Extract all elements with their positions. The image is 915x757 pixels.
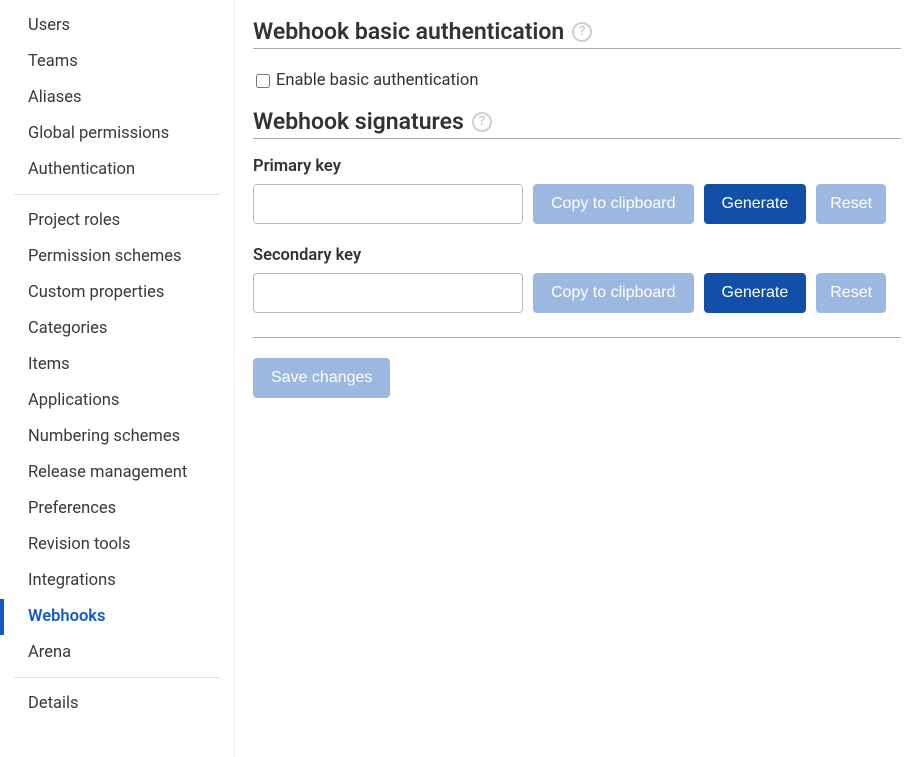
secondary-reset-button[interactable]: Reset xyxy=(816,273,886,313)
primary-generate-button[interactable]: Generate xyxy=(704,184,807,224)
sidebar-item-revision-tools[interactable]: Revision tools xyxy=(14,527,220,563)
sidebar-item-permission-schemes[interactable]: Permission schemes xyxy=(14,239,220,275)
sidebar-item-project-roles[interactable]: Project roles xyxy=(14,203,220,239)
auth-section: Webhook basic authentication ? Enable ba… xyxy=(253,18,901,338)
secondary-key-input[interactable] xyxy=(253,273,523,313)
sidebar-item-aliases[interactable]: Aliases xyxy=(14,80,220,116)
signatures-section-title: Webhook signatures xyxy=(253,108,464,135)
secondary-key-label: Secondary key xyxy=(253,246,901,265)
sidebar-item-details[interactable]: Details xyxy=(14,686,220,722)
enable-basic-auth-label: Enable basic authentication xyxy=(276,71,478,90)
primary-copy-button[interactable]: Copy to clipboard xyxy=(533,184,694,224)
sidebar-item-users[interactable]: Users xyxy=(14,8,220,44)
help-icon[interactable]: ? xyxy=(572,22,592,42)
sidebar-item-applications[interactable]: Applications xyxy=(14,383,220,419)
sidebar-item-release-management[interactable]: Release management xyxy=(14,455,220,491)
sidebar-item-integrations[interactable]: Integrations xyxy=(14,563,220,599)
auth-section-title: Webhook basic authentication xyxy=(253,18,564,45)
sidebar-item-preferences[interactable]: Preferences xyxy=(14,491,220,527)
sidebar-item-teams[interactable]: Teams xyxy=(14,44,220,80)
main-content: Webhook basic authentication ? Enable ba… xyxy=(235,0,915,757)
signatures-body: Primary key Copy to clipboard Generate R… xyxy=(253,138,901,313)
primary-reset-button[interactable]: Reset xyxy=(816,184,886,224)
sidebar-item-arena[interactable]: Arena xyxy=(14,635,220,671)
nav-group-details: Details xyxy=(14,686,220,728)
help-icon[interactable]: ? xyxy=(472,112,492,132)
nav-group-config: Project roles Permission schemes Custom … xyxy=(14,203,220,678)
sidebar-item-webhooks[interactable]: Webhooks xyxy=(0,599,220,635)
sidebar-item-items[interactable]: Items xyxy=(14,347,220,383)
sidebar-item-global-permissions[interactable]: Global permissions xyxy=(14,116,220,152)
nav-group-accounts: Users Teams Aliases Global permissions A… xyxy=(14,8,220,195)
enable-basic-auth-row[interactable]: Enable basic authentication xyxy=(256,71,901,90)
sidebar-nav[interactable]: Users Teams Aliases Global permissions A… xyxy=(0,0,235,757)
save-changes-button[interactable]: Save changes xyxy=(253,358,390,398)
enable-basic-auth-checkbox[interactable] xyxy=(256,74,270,88)
primary-key-label: Primary key xyxy=(253,157,901,176)
primary-key-input[interactable] xyxy=(253,184,523,224)
sidebar-item-numbering-schemes[interactable]: Numbering schemes xyxy=(14,419,220,455)
sidebar-item-categories[interactable]: Categories xyxy=(14,311,220,347)
secondary-generate-button[interactable]: Generate xyxy=(704,273,807,313)
sidebar-item-authentication[interactable]: Authentication xyxy=(14,152,220,188)
secondary-copy-button[interactable]: Copy to clipboard xyxy=(533,273,694,313)
sidebar-item-custom-properties[interactable]: Custom properties xyxy=(14,275,220,311)
